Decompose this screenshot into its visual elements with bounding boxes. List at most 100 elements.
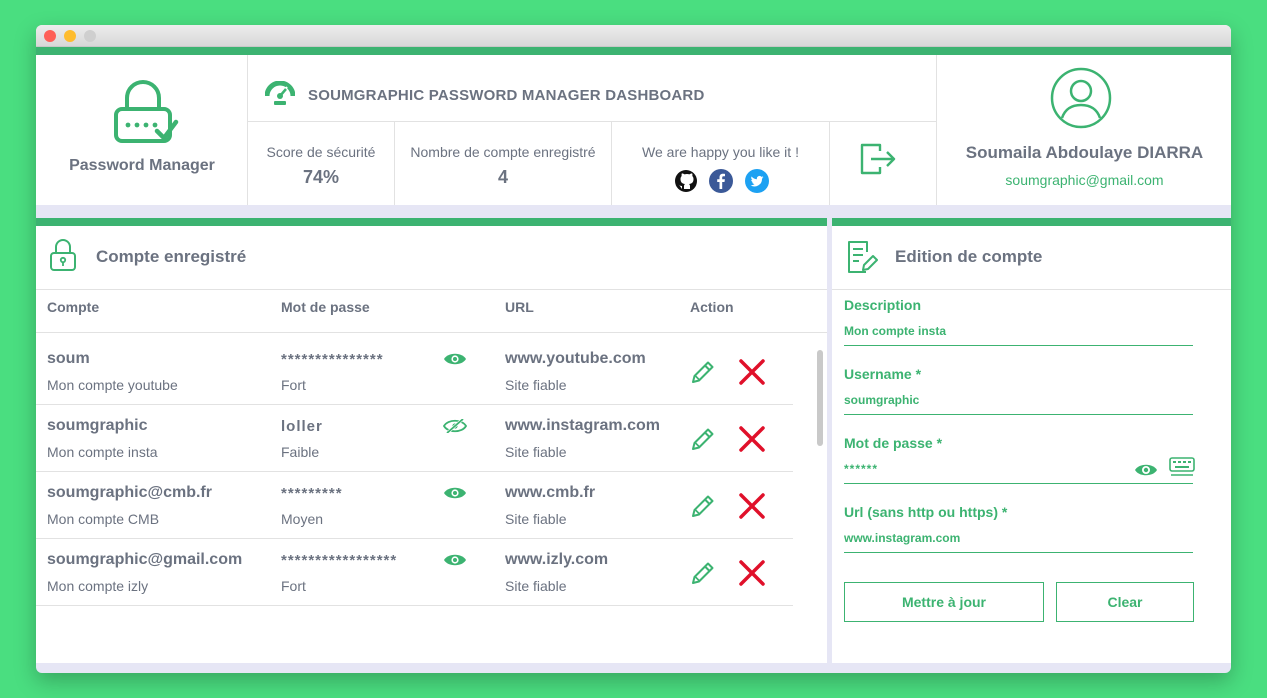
username-input[interactable]: soumgraphic [844, 393, 919, 407]
logout-cell [830, 122, 936, 205]
clear-button[interactable]: Clear [1056, 582, 1194, 622]
delete-icon[interactable] [738, 559, 766, 587]
account-count-value: 4 [497, 167, 508, 187]
input-underline [844, 483, 1193, 484]
divider [36, 332, 827, 333]
username-label: Username * [844, 366, 922, 382]
minimize-window-button[interactable] [64, 30, 76, 42]
column-header-compte: Compte [47, 299, 100, 315]
url-input[interactable]: www.instagram.com [844, 531, 960, 545]
accounts-panel: Compte enregistré Compte Mot de passe UR… [36, 218, 827, 663]
dashboard-title: SOUMGRAPHIC PASSWORD MANAGER DASHBOARD [308, 87, 705, 104]
table-row[interactable]: soumgraphic Mon compte insta loller Faible w… [36, 405, 793, 472]
happy-label: We are happy you like it ! [642, 144, 799, 160]
url-label: Url (sans http ou https) * [844, 504, 1008, 520]
scrollbar[interactable] [815, 343, 825, 659]
account-url[interactable]: www.instagram.com [505, 417, 680, 435]
password-strength: Fort [281, 377, 306, 393]
delete-icon[interactable] [738, 492, 766, 520]
account-url[interactable]: www.cmb.fr [505, 484, 680, 502]
description-input[interactable]: Mon compte insta [844, 324, 946, 338]
app-window: Password Manager SOUMGRAPHIC PASSWORD MA… [36, 25, 1231, 673]
account-description: Mon compte izly [47, 578, 149, 594]
twitter-icon[interactable] [745, 169, 769, 193]
account-count-stat: Nombre de compte enregistré 4 [395, 122, 612, 205]
table-row[interactable]: soumgraphic@cmb.fr Mon compte CMB ********… [36, 472, 793, 539]
account-description: Mon compte insta [47, 444, 158, 460]
edit-pencil-icon[interactable] [689, 492, 717, 520]
account-username: soum [47, 350, 90, 367]
logout-icon[interactable] [860, 142, 898, 176]
edit-pencil-icon[interactable] [689, 559, 717, 587]
site-trust: Site fiable [505, 377, 567, 393]
account-count-label: Nombre de compte enregistré [410, 144, 596, 160]
account-password: loller [281, 418, 323, 435]
github-icon[interactable] [674, 169, 698, 193]
column-header-password: Mot de passe [281, 299, 370, 315]
divider [832, 289, 1231, 290]
site-trust: Site fiable [505, 444, 567, 460]
edit-title: Edition de compte [895, 247, 1043, 266]
password-input[interactable]: ****** [844, 462, 878, 476]
edit-pencil-icon[interactable] [689, 425, 717, 453]
input-underline [844, 345, 1193, 346]
eye-icon[interactable] [443, 553, 467, 567]
scrollbar-thumb[interactable] [817, 350, 823, 446]
gauge-icon [265, 81, 295, 105]
account-url[interactable]: www.izly.com [505, 551, 680, 569]
accounts-title: Compte enregistré [96, 247, 247, 266]
account-username: soumgraphic@cmb.fr [47, 484, 212, 501]
eye-icon[interactable] [1134, 462, 1158, 478]
password-strength: Moyen [281, 511, 324, 527]
column-header-action: Action [690, 299, 734, 315]
panel-accent-bar [832, 218, 1231, 226]
table-row[interactable]: soumgraphic@gmail.com Mon compte izly ****… [36, 539, 793, 606]
user-profile: Soumaila Abdoulaye DIARRA soumgraphic@gm… [936, 55, 1231, 205]
close-window-button[interactable] [44, 30, 56, 42]
password-strength: Fort [281, 578, 306, 594]
logo-title: Password Manager [69, 157, 215, 174]
social-stat: We are happy you like it ! [612, 122, 830, 205]
delete-icon[interactable] [738, 425, 766, 453]
zoom-window-button[interactable] [84, 30, 96, 42]
delete-icon[interactable] [738, 358, 766, 386]
account-username: soumgraphic [47, 417, 148, 434]
site-trust: Site fiable [505, 578, 567, 594]
input-underline [844, 414, 1193, 415]
divider [36, 289, 827, 290]
account-password: ********* [281, 485, 343, 502]
user-email: soumgraphic@gmail.com [1005, 172, 1164, 188]
password-strength: Faible [281, 444, 320, 460]
account-description: Mon compte youtube [47, 377, 178, 393]
keyboard-icon[interactable] [1169, 456, 1195, 478]
logo-cell: Password Manager [36, 55, 248, 205]
eye-icon[interactable] [443, 486, 467, 500]
security-score-stat: Score de sécurité 74% [248, 122, 395, 205]
account-description: Mon compte CMB [47, 511, 160, 527]
description-label: Description [844, 297, 922, 313]
edit-pencil-icon[interactable] [689, 358, 717, 386]
edit-panel: Edition de compte Description Mon compte… [832, 218, 1231, 663]
password-label: Mot de passe * [844, 435, 943, 451]
account-password: ***************** [281, 552, 398, 569]
panel-accent-bar [36, 218, 827, 226]
padlock-icon [50, 239, 76, 271]
title-bar [36, 25, 1231, 47]
facebook-icon[interactable] [709, 169, 733, 193]
edit-document-icon [848, 241, 878, 273]
security-score-label: Score de sécurité [266, 144, 376, 160]
security-score-value: 74% [302, 167, 340, 187]
user-name: Soumaila Abdoulaye DIARRA [965, 143, 1204, 162]
table-row[interactable]: soum Mon compte youtube *************** For… [36, 338, 793, 405]
site-trust: Site fiable [505, 511, 567, 527]
account-url[interactable]: www.youtube.com [505, 350, 680, 368]
header: Password Manager SOUMGRAPHIC PASSWORD MA… [36, 55, 1231, 205]
eye-slash-icon[interactable] [443, 419, 467, 433]
account-password: *************** [281, 351, 384, 368]
update-button[interactable]: Mettre à jour [844, 582, 1044, 622]
header-accent-bar [36, 47, 1231, 55]
lock-check-icon [114, 80, 179, 143]
eye-icon[interactable] [443, 352, 467, 366]
account-username: soumgraphic@gmail.com [47, 551, 243, 568]
user-avatar-icon [1050, 67, 1112, 129]
